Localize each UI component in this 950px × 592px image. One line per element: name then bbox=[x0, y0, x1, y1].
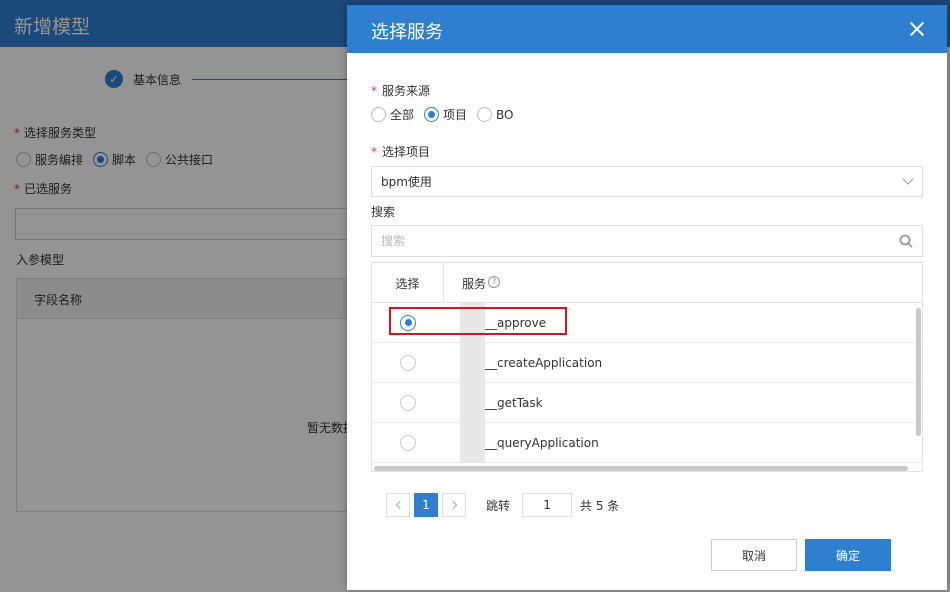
table-row[interactable]: __createApplication bbox=[372, 342, 922, 383]
chevron-left-icon bbox=[395, 500, 404, 510]
total-count: 共 5 条 bbox=[580, 498, 620, 513]
redacted-prefix bbox=[460, 422, 485, 463]
dialog-header: 选择服务 bbox=[347, 5, 947, 53]
radio-source-all[interactable] bbox=[371, 107, 386, 122]
service-table: 选择 服务 ? __approve __createApplication __… bbox=[371, 262, 923, 472]
column-header-service: 服务 ? bbox=[444, 263, 501, 302]
chevron-down-icon bbox=[902, 173, 914, 185]
chevron-right-icon bbox=[448, 500, 457, 510]
search-input[interactable] bbox=[372, 226, 872, 256]
cancel-button[interactable]: 取消 bbox=[711, 539, 797, 571]
radio-source-project[interactable] bbox=[424, 107, 440, 122]
table-header: 选择 服务 ? bbox=[372, 263, 922, 303]
prev-page-button[interactable] bbox=[386, 493, 410, 517]
jump-page-input[interactable] bbox=[522, 493, 573, 517]
redacted-prefix bbox=[460, 302, 485, 343]
project-select[interactable]: bpm使用 bbox=[371, 166, 923, 197]
table-row[interactable]: __approve bbox=[372, 302, 922, 343]
table-row[interactable]: __queryApplication bbox=[372, 422, 922, 463]
search-label: 搜索 bbox=[371, 205, 396, 219]
next-page-button[interactable] bbox=[442, 493, 466, 517]
vertical-scrollbar[interactable] bbox=[916, 308, 921, 436]
row-radio[interactable] bbox=[400, 354, 416, 371]
table-row[interactable]: __getTask bbox=[372, 382, 922, 423]
confirm-button[interactable]: 确定 bbox=[805, 539, 891, 571]
horizontal-scrollbar[interactable] bbox=[374, 466, 908, 471]
row-radio[interactable] bbox=[400, 314, 416, 331]
help-icon[interactable]: ? bbox=[488, 276, 501, 288]
close-icon[interactable] bbox=[907, 19, 927, 39]
pagination: 1 跳转 共 5 条 bbox=[386, 493, 619, 517]
source-radios: 全部 项目 BO bbox=[371, 106, 520, 123]
row-radio[interactable] bbox=[400, 394, 416, 411]
search-icon[interactable] bbox=[899, 234, 913, 248]
project-value: bpm使用 bbox=[381, 175, 432, 189]
row-radio[interactable] bbox=[400, 434, 416, 451]
radio-source-bo[interactable] bbox=[477, 107, 493, 122]
table-body: __approve __createApplication __getTask … bbox=[372, 302, 922, 463]
source-label: * 服务来源 bbox=[371, 84, 431, 98]
redacted-prefix bbox=[460, 342, 485, 383]
jump-label: 跳转 bbox=[486, 498, 511, 513]
project-label: * 选择项目 bbox=[371, 145, 431, 159]
redacted-prefix bbox=[460, 382, 485, 423]
dialog-title: 选择服务 bbox=[371, 22, 443, 43]
search-box bbox=[371, 225, 923, 257]
column-header-select: 选择 bbox=[372, 263, 444, 302]
select-service-dialog: 选择服务 *服务来源 全部 项目 BO *选择项目 bpm使用 搜索 选择 服务… bbox=[347, 5, 947, 590]
current-page-button[interactable]: 1 bbox=[414, 493, 438, 517]
